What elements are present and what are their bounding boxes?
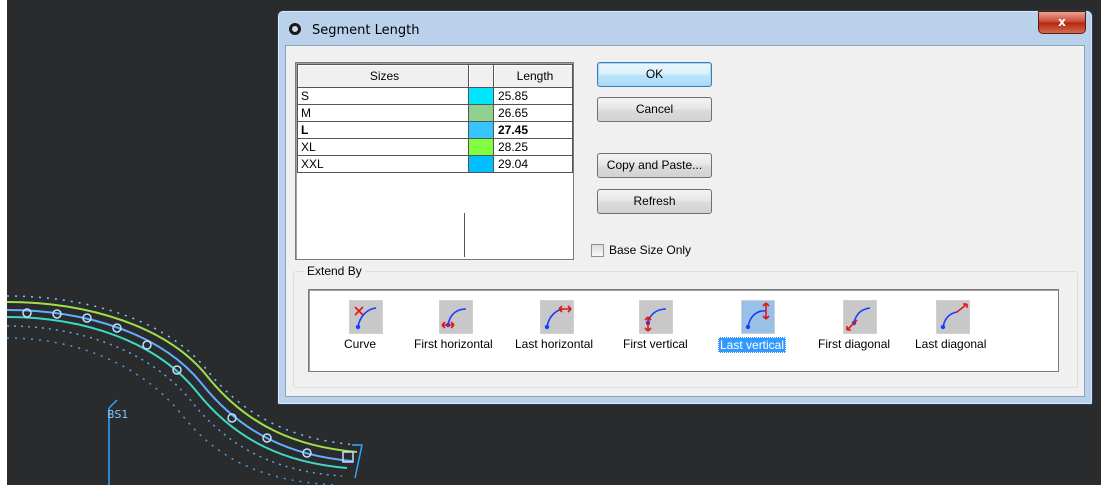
size-color-swatch <box>468 104 494 122</box>
first-vertical-extend-icon[interactable] <box>639 300 673 334</box>
size-row[interactable]: S 25.85 <box>297 87 573 105</box>
dialog-title: Segment Length <box>312 23 420 38</box>
sizes-column-header[interactable]: Sizes <box>297 64 469 88</box>
base-size-only-label[interactable]: Base Size Only <box>609 243 691 257</box>
length-cell[interactable]: 29.04 <box>493 155 573 173</box>
last-horizontal-extend-icon[interactable] <box>540 300 574 334</box>
length-column-header[interactable]: Length <box>493 64 573 88</box>
size-row[interactable]: M 26.65 <box>297 104 573 122</box>
copy-and-paste-button[interactable]: Copy and Paste... <box>597 153 712 178</box>
size-row[interactable]: XL 28.25 <box>297 138 573 156</box>
extend-by-title: Extend By <box>304 264 365 278</box>
last-vertical-extend-icon[interactable] <box>741 300 775 334</box>
cancel-button[interactable]: Cancel <box>597 97 712 122</box>
first-diagonal-extend-icon[interactable] <box>843 300 877 334</box>
extend-option-label[interactable]: Last vertical <box>718 337 787 353</box>
curve-extend-icon[interactable] <box>349 300 383 334</box>
dialog-titlebar[interactable]: Segment Length x <box>278 11 1092 45</box>
segment-length-dialog: Segment Length x Sizes Length S 25.85 M 26.… <box>277 10 1093 405</box>
extend-by-group: Extend By Curve First horizontal Last hori… <box>293 264 1078 388</box>
refresh-button[interactable]: Refresh <box>597 189 712 214</box>
sizes-length-grid[interactable]: Sizes Length S 25.85 M 26.65 L 27.45 XL 28.25 XX… <box>295 62 574 260</box>
ok-button[interactable]: OK <box>597 62 712 87</box>
size-color-swatch <box>468 87 494 105</box>
extend-option-label[interactable]: Curve <box>343 337 377 351</box>
last-diagonal-extend-icon[interactable] <box>936 300 970 334</box>
size-name-cell[interactable]: XL <box>297 138 469 156</box>
size-row[interactable]: L 27.45 <box>297 121 573 139</box>
size-color-swatch <box>468 155 494 173</box>
dialog-client-area: Sizes Length S 25.85 M 26.65 L 27.45 XL 28.25 XX… <box>285 45 1085 397</box>
size-name-cell[interactable]: XXL <box>297 155 469 173</box>
grid-header-row: Sizes Length <box>297 64 573 88</box>
grid-empty-area <box>297 213 465 257</box>
extend-option-label[interactable]: First vertical <box>622 337 689 351</box>
size-name-cell[interactable]: L <box>297 121 469 139</box>
bs1-marker-label: BS1 <box>107 408 129 421</box>
base-size-only-checkbox[interactable] <box>591 244 604 257</box>
length-cell[interactable]: 25.85 <box>493 87 573 105</box>
length-cell[interactable]: 27.45 <box>493 121 573 139</box>
size-name-cell[interactable]: S <box>297 87 469 105</box>
extend-option-label[interactable]: First horizontal <box>413 337 494 351</box>
color-column-header[interactable] <box>468 64 494 88</box>
length-cell[interactable]: 26.65 <box>493 104 573 122</box>
size-color-swatch <box>468 121 494 139</box>
close-button[interactable]: x <box>1038 11 1086 34</box>
length-cell[interactable]: 28.25 <box>493 138 573 156</box>
extend-option-label[interactable]: Last diagonal <box>914 337 987 351</box>
app-icon <box>289 23 301 35</box>
extend-option-label[interactable]: Last horizontal <box>514 337 594 351</box>
extend-option-label[interactable]: First diagonal <box>817 337 891 351</box>
size-name-cell[interactable]: M <box>297 104 469 122</box>
size-color-swatch <box>468 138 494 156</box>
size-row[interactable]: XXL 29.04 <box>297 155 573 173</box>
extend-by-options: Curve First horizontal Last horizontal Firs… <box>308 289 1059 372</box>
first-horizontal-extend-icon[interactable] <box>439 300 473 334</box>
